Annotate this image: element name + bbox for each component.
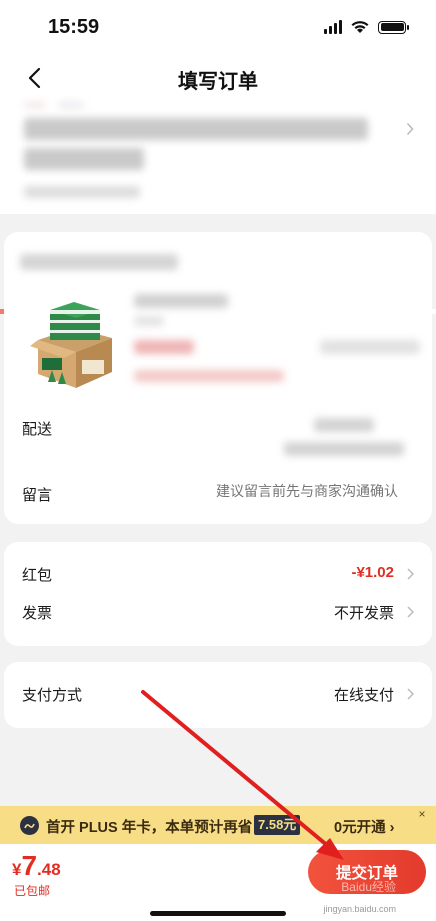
price-integer: 7 (21, 850, 38, 881)
wifi-icon (351, 21, 369, 33)
status-icons (324, 20, 409, 34)
close-icon[interactable]: × (414, 806, 430, 822)
home-indicator (150, 911, 286, 916)
delivery-label: 配送 (22, 421, 53, 438)
invoice-value[interactable]: 不开发票 (334, 602, 394, 623)
nav-bar: 填写订单 (0, 56, 436, 100)
address-tag (58, 102, 84, 108)
payment-method-value[interactable]: 在线支付 (334, 684, 394, 705)
product-price-blurred (134, 340, 194, 354)
product-image[interactable] (24, 300, 124, 390)
payment-card[interactable]: 支付方式 在线支付 (4, 662, 432, 728)
product-promo-blurred (134, 370, 284, 382)
battery-icon (378, 20, 409, 34)
discount-card: 红包 -¥1.02 发票 不开发票 (4, 542, 432, 646)
address-line-blurred (24, 148, 144, 170)
recipient-blurred (24, 186, 140, 198)
message-label: 留言 (22, 487, 53, 504)
watermark-url: jingyan.baidu.com (323, 904, 396, 914)
watermark-brand: Baidu经验 (341, 880, 396, 894)
redpacket-value[interactable]: -¥1.02 (351, 564, 394, 581)
chevron-right-icon (407, 568, 414, 580)
message-input[interactable] (198, 480, 398, 502)
chevron-right-icon (406, 122, 414, 136)
free-shipping-label: 已包邮 (14, 884, 51, 898)
status-bar: 15:59 (0, 0, 436, 56)
plus-membership-banner[interactable]: 首开 PLUS 年卡，本单预计再省 7.58元 0元开通 › × (0, 806, 436, 844)
product-card: 配送 留言 (4, 232, 432, 524)
checkout-bar: ¥7.48 已包邮 提交订单 Baidu经验 jingyan.baidu.com (0, 844, 436, 921)
address-line-blurred (24, 118, 368, 140)
shop-name-blurred (20, 254, 178, 270)
delivery-info-blurred (284, 442, 404, 456)
page-title: 填写订单 (178, 71, 258, 93)
chevron-right-icon (407, 688, 414, 700)
address-tag (24, 102, 46, 108)
status-time: 15:59 (48, 16, 100, 38)
delivery-info-blurred (314, 418, 374, 432)
invoice-label: 发票 (22, 605, 53, 622)
cellular-signal-icon (324, 20, 342, 34)
chevron-right-icon (407, 606, 414, 618)
plus-promo-text: 首开 PLUS 年卡，本单预计再省 (46, 820, 253, 836)
plus-open-link[interactable]: 0元开通 › (334, 816, 394, 837)
total-price: ¥7.48 (12, 850, 61, 882)
payment-method-label: 支付方式 (22, 687, 83, 704)
quantity-stepper-blurred[interactable] (320, 340, 420, 354)
product-name-blurred (134, 294, 228, 308)
price-decimal: .48 (37, 860, 61, 879)
plus-logo-icon (20, 816, 39, 835)
redpacket-label: 红包 (22, 567, 53, 584)
plus-saving-badge: 7.58元 (254, 815, 301, 835)
product-spec-blurred (134, 316, 164, 326)
address-card[interactable] (0, 100, 436, 314)
